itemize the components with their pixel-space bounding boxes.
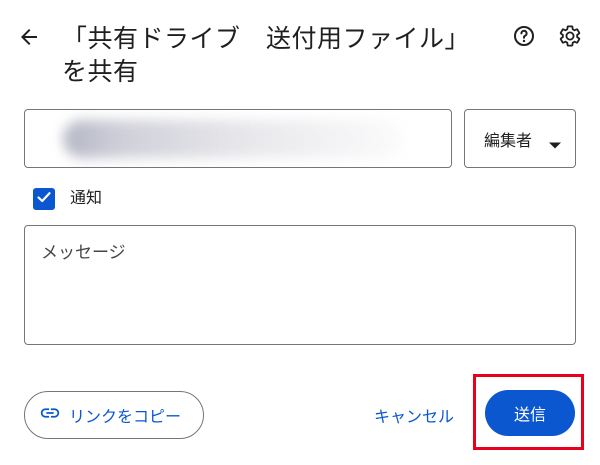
- send-label: 送信: [513, 405, 546, 424]
- recipient-input[interactable]: [25, 110, 451, 167]
- notify-label: 通知: [70, 188, 103, 207]
- copy-link-button[interactable]: リンクをコピー: [24, 391, 204, 439]
- message-input[interactable]: [25, 226, 575, 344]
- role-select[interactable]: 編集者: [464, 109, 576, 168]
- role-selected-label: 編集者: [484, 130, 533, 150]
- send-button[interactable]: 送信: [485, 390, 575, 436]
- link-icon: [39, 402, 61, 428]
- message-field[interactable]: [24, 225, 576, 345]
- dialog-title: 「共有ドライブ 送付用ファイル」を共有: [62, 24, 471, 86]
- arrow-back-icon: [17, 25, 41, 53]
- checkmark-icon: [36, 189, 52, 209]
- cancel-button[interactable]: キャンセル: [364, 395, 464, 435]
- dropdown-arrow-icon: [549, 134, 561, 153]
- recipient-field[interactable]: [24, 109, 452, 168]
- copy-link-label: リンクをコピー: [69, 407, 182, 426]
- back-button[interactable]: [14, 24, 44, 54]
- gear-icon: [558, 24, 582, 52]
- help-circle-icon: [512, 24, 536, 52]
- settings-button[interactable]: [556, 24, 584, 52]
- notify-checkbox[interactable]: [33, 188, 55, 210]
- help-button[interactable]: [510, 24, 538, 52]
